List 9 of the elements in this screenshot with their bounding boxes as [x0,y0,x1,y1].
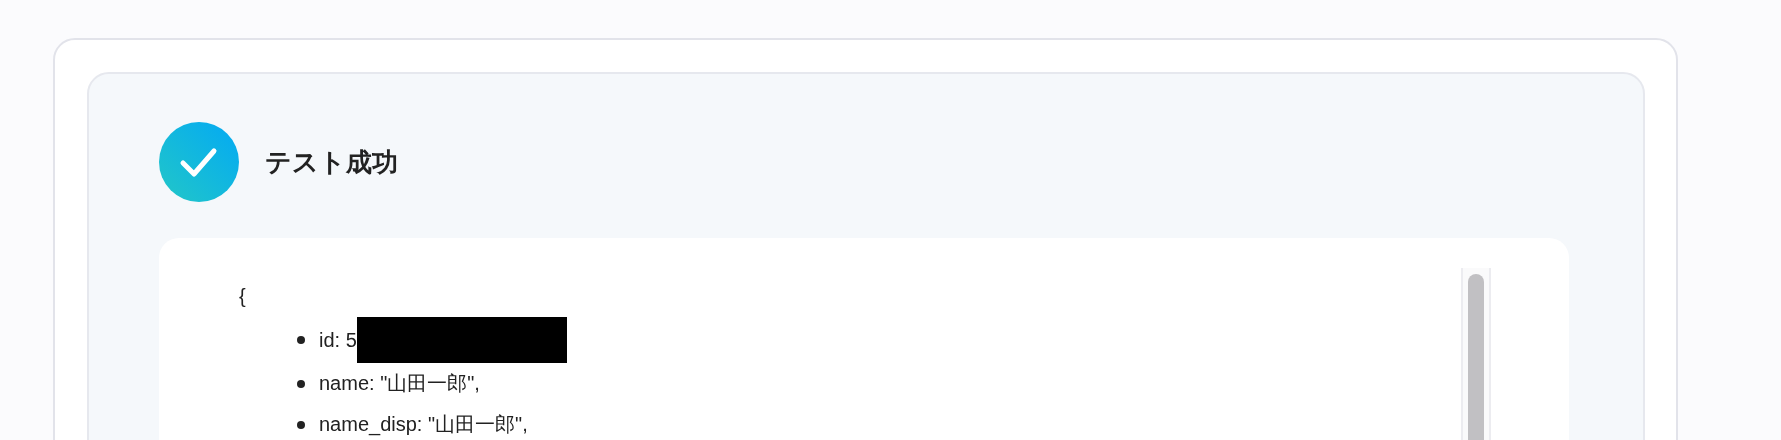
field-text: id: 5 [319,327,357,353]
bullet-icon [297,336,305,344]
bullet-icon [297,420,305,429]
field-text: name: "山田一郎", [319,371,480,396]
bullet-icon [297,379,305,388]
result-title: テスト成功 [265,145,398,179]
brace-text: { [239,284,246,309]
field-text: name_disp: "山田一郎", [319,412,528,438]
check-circle-icon [159,122,239,202]
